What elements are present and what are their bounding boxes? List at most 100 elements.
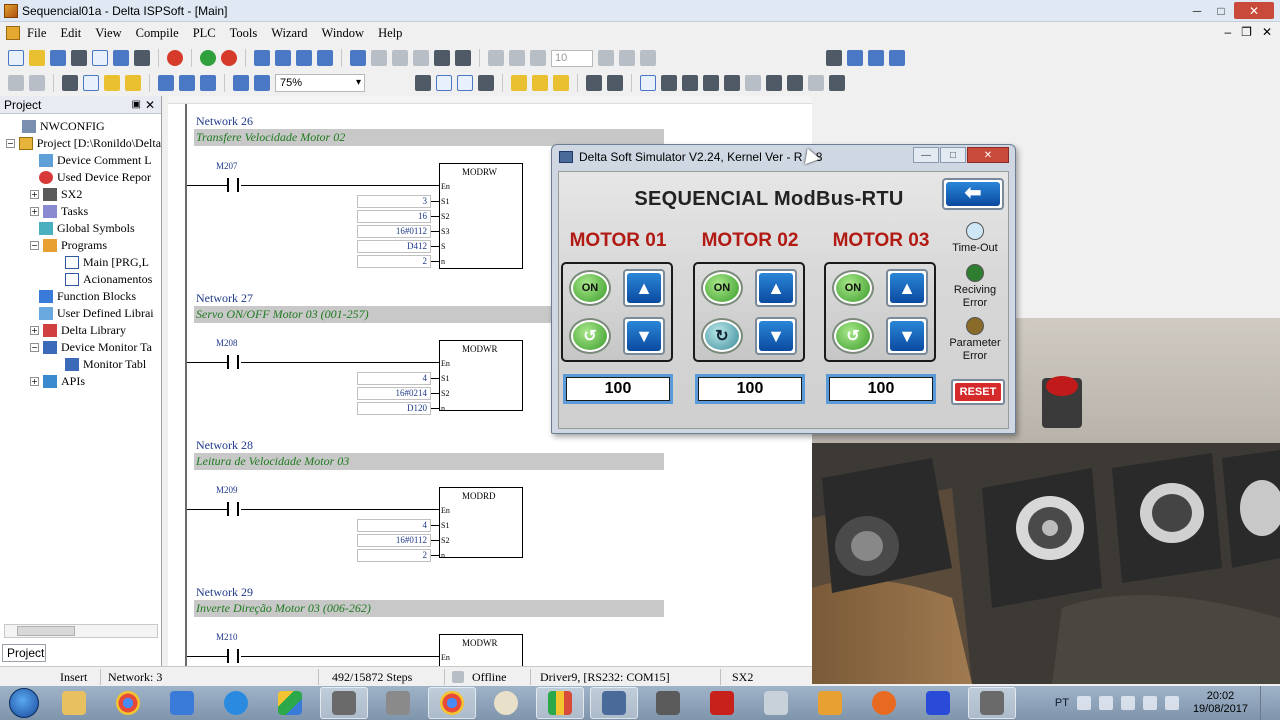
contact[interactable] bbox=[227, 178, 239, 192]
download-icon[interactable] bbox=[254, 50, 270, 66]
device-icon[interactable] bbox=[317, 50, 333, 66]
close-button[interactable]: ✕ bbox=[1234, 2, 1274, 19]
tree-item-function-blocks[interactable]: Function Blocks bbox=[0, 288, 161, 305]
mdi-restore-button[interactable]: ❐ bbox=[1241, 25, 1252, 39]
redo-icon[interactable] bbox=[640, 50, 656, 66]
taskbar-app-simulator[interactable] bbox=[590, 687, 638, 719]
direction-button[interactable]: ↺ bbox=[832, 318, 874, 354]
pointer-icon[interactable] bbox=[640, 75, 656, 91]
start-button[interactable] bbox=[4, 686, 44, 720]
keyboard-icon[interactable] bbox=[1076, 696, 1091, 710]
bracket-icon[interactable] bbox=[682, 75, 698, 91]
dropdown-icon[interactable] bbox=[745, 75, 761, 91]
document-menu-icon[interactable] bbox=[6, 26, 20, 40]
address-icon[interactable] bbox=[415, 75, 431, 91]
volume-icon[interactable] bbox=[1164, 696, 1179, 710]
tree-item-programs[interactable]: − Programs bbox=[0, 237, 161, 254]
layout-icon[interactable] bbox=[92, 50, 108, 66]
tree-item-sx2[interactable]: + SX2 bbox=[0, 186, 161, 203]
menu-view[interactable]: View bbox=[88, 26, 128, 41]
operand-n[interactable]: D120 bbox=[357, 402, 431, 415]
speed-up-button[interactable]: ▲ bbox=[623, 269, 665, 307]
operand-n[interactable]: 2 bbox=[357, 549, 431, 562]
program-icon[interactable] bbox=[167, 50, 183, 66]
run-icon[interactable] bbox=[200, 50, 216, 66]
eraser-icon[interactable] bbox=[125, 75, 141, 91]
menu-wizard[interactable]: Wizard bbox=[264, 26, 314, 41]
network-29[interactable]: Network 29 Inverte Direção Motor 03 (006… bbox=[168, 585, 812, 666]
dropdown-icon[interactable] bbox=[808, 75, 824, 91]
operand-s1[interactable]: 4 bbox=[357, 372, 431, 385]
taskbar-app-explorer[interactable] bbox=[50, 687, 98, 719]
output-icon[interactable] bbox=[868, 50, 884, 66]
table-icon[interactable] bbox=[889, 50, 905, 66]
collapse-icon[interactable]: − bbox=[6, 139, 15, 148]
tree-item-device-comment[interactable]: Device Comment L bbox=[0, 152, 161, 169]
menu-tools[interactable]: Tools bbox=[223, 26, 265, 41]
diagnose-icon[interactable] bbox=[455, 50, 471, 66]
timer-icon[interactable] bbox=[530, 50, 546, 66]
horizontal-line-icon[interactable] bbox=[661, 75, 677, 91]
tree-item-global-symbols[interactable]: Global Symbols bbox=[0, 220, 161, 237]
coil-icon[interactable] bbox=[703, 75, 719, 91]
pane-icon[interactable] bbox=[847, 50, 863, 66]
tree-item-acionamentos[interactable]: Acionamentos bbox=[0, 271, 161, 288]
operand-s[interactable]: D412 bbox=[357, 240, 431, 253]
operand-s2[interactable]: 16#0112 bbox=[357, 534, 431, 547]
network-comment[interactable]: Leitura de Velocidade Motor 03 bbox=[194, 453, 664, 470]
grid-icon[interactable] bbox=[436, 75, 452, 91]
taskbar-app-tool[interactable] bbox=[644, 687, 692, 719]
contact-no-icon[interactable] bbox=[586, 75, 602, 91]
menu-edit[interactable]: Edit bbox=[53, 26, 88, 41]
taskbar-app-ie[interactable] bbox=[212, 687, 260, 719]
tree-item-user-library[interactable]: User Defined Librai bbox=[0, 305, 161, 322]
open-file-icon[interactable] bbox=[29, 50, 45, 66]
contact[interactable] bbox=[227, 355, 239, 369]
insert-below-icon[interactable] bbox=[553, 75, 569, 91]
menu-window[interactable]: Window bbox=[315, 26, 372, 41]
upload-icon[interactable] bbox=[275, 50, 291, 66]
zoom-select[interactable]: 75% bbox=[275, 74, 365, 92]
speed-down-button[interactable]: ▼ bbox=[623, 317, 665, 355]
menu-plc[interactable]: PLC bbox=[186, 26, 223, 41]
tree-item-monitor-table[interactable]: Monitor Tabl bbox=[0, 356, 161, 373]
speed-up-button[interactable]: ▲ bbox=[886, 269, 928, 307]
refresh-icon[interactable] bbox=[619, 50, 635, 66]
expand-icon[interactable]: + bbox=[30, 377, 39, 386]
table-view-icon[interactable] bbox=[478, 75, 494, 91]
taskbar-app-drive[interactable] bbox=[266, 687, 314, 719]
forward-nav-icon[interactable] bbox=[29, 75, 45, 91]
step-icon[interactable] bbox=[488, 50, 504, 66]
toggle-icon[interactable] bbox=[200, 75, 216, 91]
zoom-out-icon[interactable] bbox=[254, 75, 270, 91]
taskbar-app-monitor[interactable] bbox=[968, 687, 1016, 719]
scrollbar-thumb[interactable] bbox=[17, 626, 75, 636]
language-indicator[interactable]: PT bbox=[1055, 697, 1069, 709]
speed-down-button[interactable]: ▼ bbox=[886, 317, 928, 355]
minimize-button[interactable]: ─ bbox=[1186, 2, 1208, 19]
taskbar-app-box[interactable] bbox=[806, 687, 854, 719]
contact[interactable] bbox=[227, 649, 239, 663]
scan-count-spinner[interactable]: 10 bbox=[551, 49, 593, 67]
wizard-icon[interactable] bbox=[392, 50, 408, 66]
expand-icon[interactable]: + bbox=[30, 207, 39, 216]
show-desktop-button[interactable] bbox=[1260, 686, 1272, 720]
menu-help[interactable]: Help bbox=[371, 26, 409, 41]
contact[interactable] bbox=[227, 502, 239, 516]
view-icon[interactable] bbox=[113, 50, 129, 66]
simulator-window[interactable]: Delta Soft Simulator V2.24, Kernel Ver -… bbox=[551, 144, 1016, 434]
expand-icon[interactable]: + bbox=[30, 326, 39, 335]
tree-item-tasks[interactable]: + Tasks bbox=[0, 203, 161, 220]
operand-s1[interactable]: 4 bbox=[357, 519, 431, 532]
operand-s3[interactable]: 16#0112 bbox=[357, 225, 431, 238]
motor-on-button[interactable]: ON bbox=[569, 270, 611, 306]
operand-s2[interactable]: 16#0214 bbox=[357, 387, 431, 400]
monitor-icon[interactable] bbox=[296, 50, 312, 66]
network-comment[interactable]: Inverte Direção Motor 03 (006-262) bbox=[194, 600, 664, 617]
taskbar-app-calculator[interactable] bbox=[752, 687, 800, 719]
new-file-icon[interactable] bbox=[8, 50, 24, 66]
motor-on-button[interactable]: ON bbox=[701, 270, 743, 306]
menu-file[interactable]: File bbox=[20, 26, 53, 41]
taskbar-app-fox[interactable] bbox=[860, 687, 908, 719]
collapse-icon[interactable]: − bbox=[30, 343, 39, 352]
